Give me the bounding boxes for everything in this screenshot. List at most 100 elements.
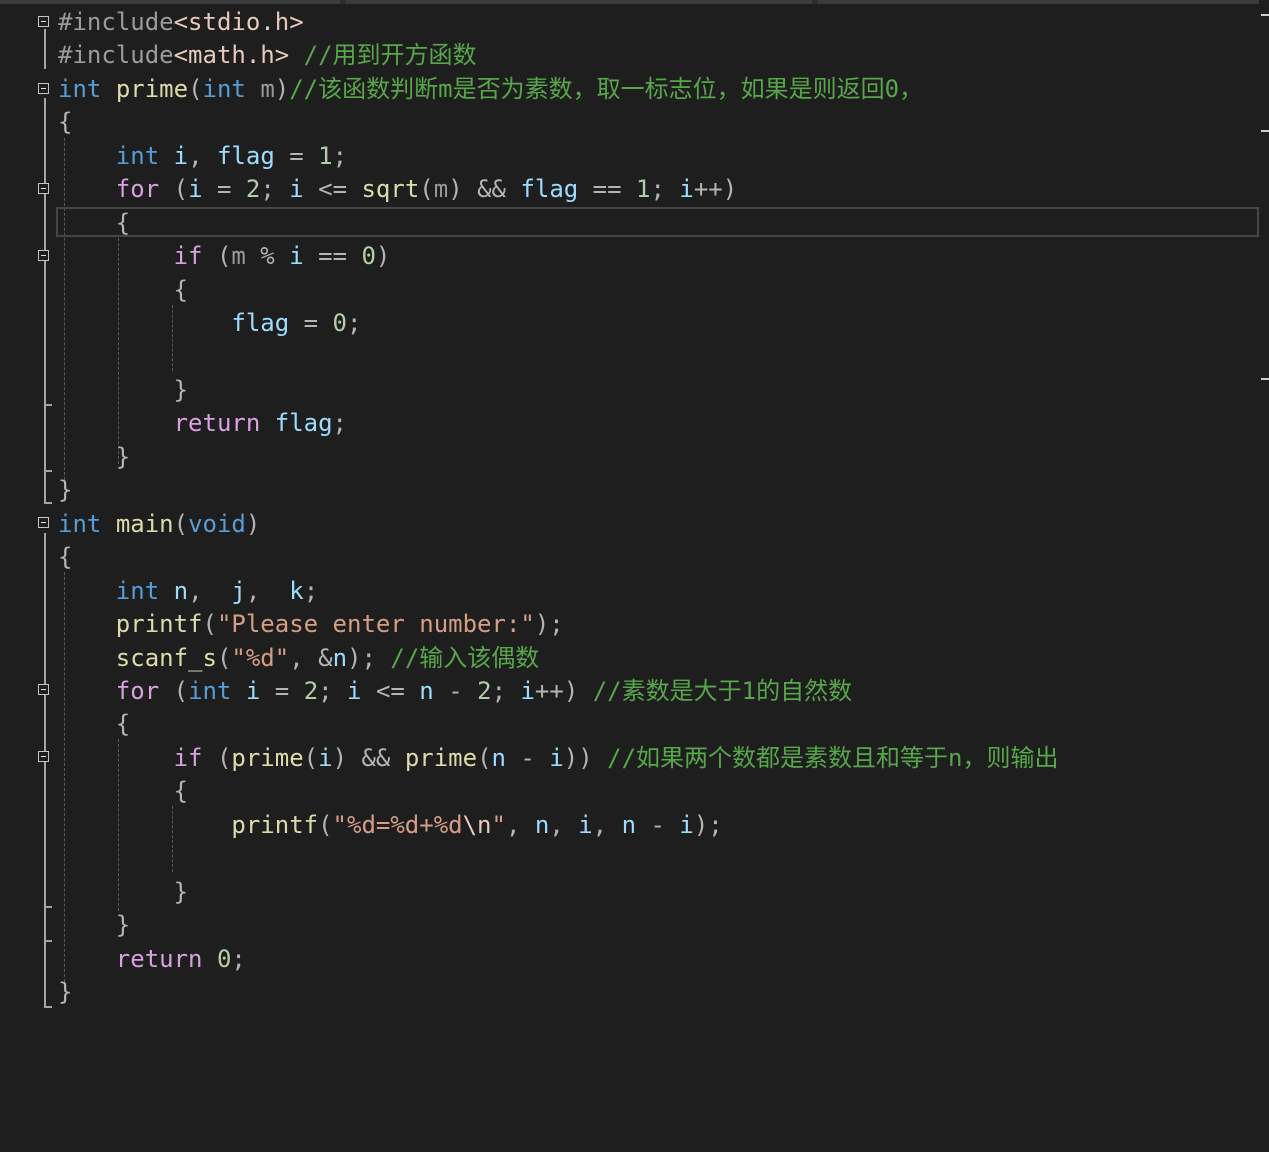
code-token: { bbox=[58, 275, 189, 304]
fold-toggle-icon[interactable] bbox=[38, 250, 49, 261]
code-line[interactable]: { bbox=[58, 207, 130, 240]
code-line[interactable]: } bbox=[58, 876, 188, 909]
code-token: if bbox=[173, 743, 203, 772]
code-token: ++ bbox=[693, 175, 723, 204]
code-token: ; bbox=[491, 677, 521, 705]
code-token: { bbox=[58, 543, 73, 572]
code-token: ; bbox=[231, 944, 246, 973]
code-line[interactable]: printf("Please enter number:"); bbox=[58, 608, 564, 641]
code-token: flag bbox=[231, 309, 290, 338]
code-token: if bbox=[173, 242, 203, 271]
code-token: //该函数判断m是否为素数，取一标志位，如果是则返回0， bbox=[289, 74, 924, 103]
code-token: ) bbox=[332, 743, 348, 772]
code-line[interactable]: int main(void) bbox=[58, 508, 260, 541]
code-token: <math.h> bbox=[173, 41, 290, 70]
code-line[interactable]: { bbox=[58, 541, 72, 574]
fold-toggle-icon[interactable] bbox=[38, 684, 49, 695]
code-line[interactable]: } bbox=[58, 474, 72, 507]
code-token: 0 bbox=[361, 242, 376, 271]
code-token: flag bbox=[520, 175, 579, 204]
code-line[interactable]: } bbox=[58, 441, 130, 474]
code-line[interactable]: if (m % i == 0) bbox=[58, 240, 391, 273]
code-token: && bbox=[347, 743, 405, 772]
code-line[interactable]: } bbox=[58, 976, 72, 1009]
code-line[interactable]: } bbox=[58, 909, 130, 942]
code-token: <= bbox=[303, 175, 362, 204]
code-token: flag bbox=[216, 141, 275, 170]
code-line[interactable]: int prime(int m)//该函数判断m是否为素数，取一标志位，如果是则… bbox=[58, 73, 923, 106]
code-line[interactable]: { bbox=[58, 106, 72, 139]
code-line[interactable]: return 0; bbox=[58, 943, 246, 976]
code-token: } bbox=[58, 442, 131, 471]
code-token: ( bbox=[159, 175, 189, 204]
code-line[interactable]: for (int i = 2; i <= n - 2; i++) //素数是大于… bbox=[58, 675, 852, 708]
code-token: { bbox=[58, 777, 189, 806]
code-token: i bbox=[578, 810, 593, 839]
code-token: 2 bbox=[303, 677, 319, 705]
code-line[interactable]: { bbox=[58, 775, 188, 808]
code-line[interactable]: { bbox=[58, 708, 130, 741]
fold-toggle-icon[interactable] bbox=[38, 751, 49, 762]
code-token: ; bbox=[650, 175, 680, 204]
code-token: , bbox=[245, 576, 290, 605]
code-line[interactable]: { bbox=[58, 274, 188, 307]
code-token: ; bbox=[347, 309, 362, 338]
fold-toggle-icon[interactable] bbox=[38, 83, 49, 94]
code-token: 0 bbox=[216, 944, 232, 973]
code-token: "%d" bbox=[231, 643, 290, 672]
code-token: 2 bbox=[245, 175, 261, 204]
code-token: printf bbox=[115, 610, 203, 639]
code-editor[interactable]: #include<stdio.h> #include<math.h> //用到开方… bbox=[0, 0, 1269, 1152]
code-token: j bbox=[231, 576, 246, 605]
code-token: n bbox=[332, 643, 348, 672]
code-token: flag bbox=[274, 409, 333, 438]
code-line[interactable]: } bbox=[58, 374, 188, 407]
code-token: ); bbox=[347, 643, 391, 672]
code-line[interactable]: printf("%d=%d+%d\n", n, i, n - i); bbox=[58, 809, 722, 842]
code-token: ) bbox=[448, 175, 463, 204]
code-token: sqrt bbox=[361, 175, 420, 204]
code-token: 1 bbox=[318, 141, 333, 170]
code-token: ; bbox=[318, 677, 348, 705]
code-line[interactable]: if (prime(i) && prime(n - i)) //如果两个数都是素… bbox=[58, 742, 1059, 775]
code-line[interactable]: for (i = 2; i <= sqrt(m) && flag == 1; i… bbox=[58, 173, 737, 206]
code-line[interactable]: int i, flag = 1; bbox=[58, 140, 347, 173]
code-token: = bbox=[289, 309, 333, 338]
code-line[interactable]: return flag; bbox=[58, 407, 347, 440]
code-token: " bbox=[491, 810, 506, 839]
code-token: prime bbox=[115, 74, 189, 103]
code-line[interactable]: #include<stdio.h> bbox=[58, 6, 304, 39]
code-token: //用到开方函数 bbox=[303, 41, 477, 70]
fold-toggle-icon[interactable] bbox=[38, 517, 49, 528]
code-token: k bbox=[289, 576, 304, 605]
code-token: ( bbox=[419, 175, 434, 204]
code-token: } bbox=[58, 911, 131, 940]
vertical-scrollbar[interactable] bbox=[1259, 0, 1269, 1152]
code-token: ( bbox=[318, 810, 333, 839]
code-line[interactable]: scanf_s("%d", &n); //输入该偶数 bbox=[58, 642, 539, 675]
code-token: "Please enter number:" bbox=[216, 610, 535, 639]
code-token: int bbox=[58, 509, 102, 538]
code-token: ( bbox=[202, 743, 232, 772]
fold-toggle-icon[interactable] bbox=[38, 16, 49, 27]
code-line[interactable]: int n, j, k; bbox=[58, 575, 318, 608]
code-line[interactable]: flag = 0; bbox=[58, 307, 361, 340]
code-token: i bbox=[245, 677, 261, 705]
code-token: i bbox=[520, 677, 535, 705]
code-line[interactable]: #include<math.h> //用到开方函数 bbox=[58, 39, 477, 72]
code-token: m bbox=[231, 242, 246, 271]
fold-toggle-icon[interactable] bbox=[38, 183, 49, 194]
code-token: ) bbox=[722, 175, 738, 204]
